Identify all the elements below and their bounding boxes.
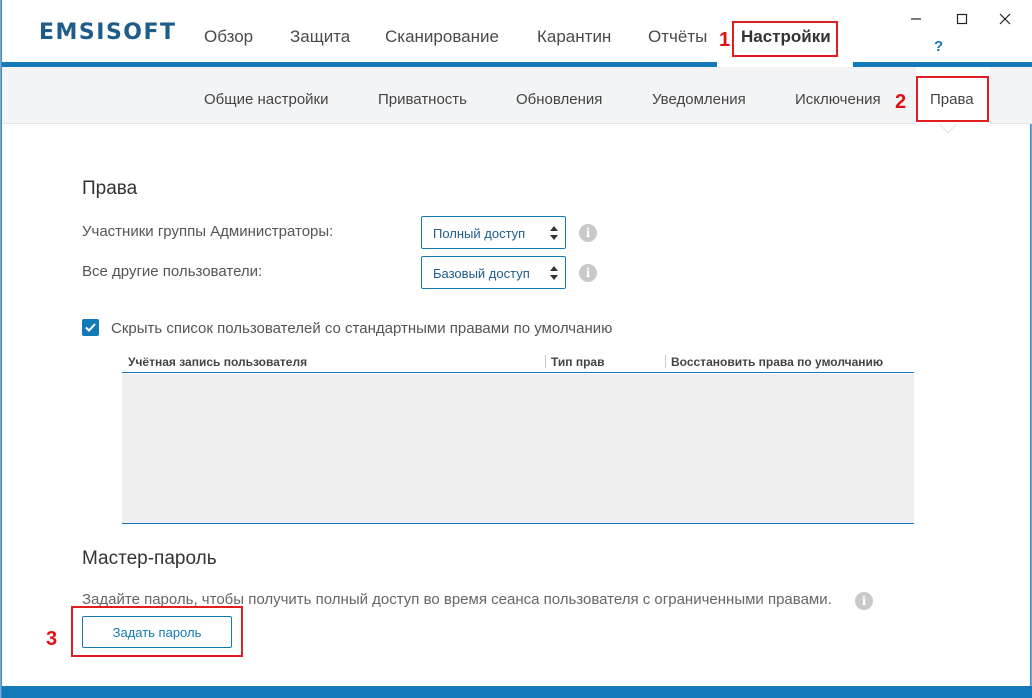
info-icon[interactable]: i xyxy=(579,224,597,242)
others-rights-value: Базовый доступ xyxy=(433,266,530,281)
app-window: EMSISOFT Обзор Защита Сканирование Каран… xyxy=(1,0,1032,698)
admins-rights-value: Полный доступ xyxy=(433,226,526,241)
minimize-icon xyxy=(911,18,921,20)
bottom-accent-bar xyxy=(2,686,1032,698)
subnav-privacy[interactable]: Приватность xyxy=(378,91,467,108)
others-label: Все другие пользователи: xyxy=(82,263,263,280)
nav-overview[interactable]: Обзор xyxy=(204,27,253,47)
close-button[interactable] xyxy=(992,8,1018,30)
callout-box-settings xyxy=(732,21,838,57)
nav-reports[interactable]: Отчёты xyxy=(648,27,707,47)
info-icon[interactable]: i xyxy=(855,592,873,610)
nav-scan[interactable]: Сканирование xyxy=(385,27,499,47)
callout-number-1: 1 xyxy=(719,29,731,51)
user-rights-table: Учётная запись пользователя Тип прав Вос… xyxy=(122,352,914,524)
column-header-restore[interactable]: Восстановить права по умолчанию xyxy=(671,355,883,369)
minimize-button[interactable] xyxy=(903,8,929,30)
select-arrows-icon xyxy=(550,226,558,240)
callout-box-set-password xyxy=(71,606,243,657)
admins-label: Участники группы Администраторы: xyxy=(82,223,334,240)
checkmark-icon xyxy=(85,323,96,332)
select-arrows-icon xyxy=(550,266,558,280)
table-header: Учётная запись пользователя Тип прав Вос… xyxy=(122,352,914,373)
callout-number-2: 2 xyxy=(895,91,907,113)
nav-protection[interactable]: Защита xyxy=(290,27,350,47)
column-header-account[interactable]: Учётная запись пользователя xyxy=(128,355,307,369)
rights-title: Права xyxy=(82,178,138,199)
close-icon xyxy=(999,13,1011,25)
subnav-notifications[interactable]: Уведомления xyxy=(652,91,746,108)
settings-subnav: Общие настройки Приватность Обновления У… xyxy=(2,67,1032,134)
app-logo: EMSISOFT xyxy=(39,20,177,45)
column-separator xyxy=(545,355,546,368)
info-icon[interactable]: i xyxy=(579,264,597,282)
column-header-rights-type[interactable]: Тип прав xyxy=(551,355,604,369)
callout-number-3: 3 xyxy=(46,628,58,650)
subnav-exclusions[interactable]: Исключения xyxy=(795,91,881,108)
help-button[interactable]: ? xyxy=(934,38,943,55)
master-password-title: Мастер-пароль xyxy=(82,548,217,569)
maximize-icon xyxy=(956,13,968,25)
subnav-updates[interactable]: Обновления xyxy=(516,91,602,108)
header: EMSISOFT Обзор Защита Сканирование Каран… xyxy=(2,0,1032,68)
table-body xyxy=(122,374,914,524)
hide-users-checkbox[interactable] xyxy=(82,319,99,336)
others-rights-select[interactable]: Базовый доступ xyxy=(421,256,566,289)
nav-quarantine[interactable]: Карантин xyxy=(537,27,611,47)
subnav-general[interactable]: Общие настройки xyxy=(204,91,329,108)
admins-rights-select[interactable]: Полный доступ xyxy=(421,216,566,249)
callout-box-rights xyxy=(916,76,989,122)
column-separator xyxy=(665,355,666,368)
maximize-button[interactable] xyxy=(949,8,975,30)
hide-users-label[interactable]: Скрыть список пользователей со стандартн… xyxy=(111,320,612,337)
